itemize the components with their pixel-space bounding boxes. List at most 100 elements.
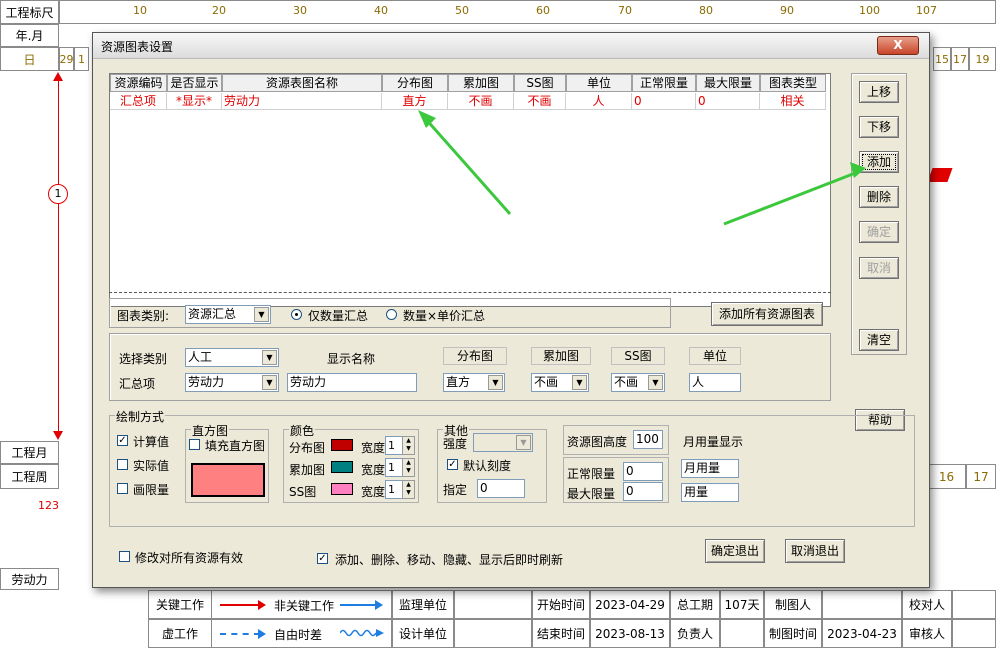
table-row[interactable]: 汇总项 *显示* 劳动力 直方 不画 不画 人 0 0 相关 <box>110 92 826 110</box>
owner-label: 负责人 <box>670 619 720 648</box>
delete-button[interactable]: 删除 <box>859 186 899 208</box>
accum-width-input[interactable]: 1 <box>385 458 403 477</box>
calc-value-checkbox[interactable]: ✓ <box>117 435 128 446</box>
add-button[interactable]: 添加 <box>859 151 899 173</box>
ss-color-swatch[interactable] <box>331 483 353 495</box>
spinner-arrows-icon[interactable]: ▲ ▼ <box>402 458 415 477</box>
add-all-charts-button[interactable]: 添加所有资源图表 <box>711 302 823 326</box>
ruler-number: 107 <box>916 4 937 17</box>
project-month-label: 工程月 <box>0 441 59 464</box>
usage-input[interactable]: 用量 <box>681 483 739 502</box>
table-cell[interactable]: 人 <box>566 93 632 109</box>
end-label: 结束时间 <box>532 619 590 648</box>
unit-input[interactable]: 人 <box>689 373 741 392</box>
chart-type-select[interactable]: 资源汇总 ▼ <box>185 305 271 324</box>
close-button[interactable]: X <box>877 36 919 55</box>
table-cell[interactable]: 0 <box>632 93 696 109</box>
default-scale-checkbox[interactable]: ✓ <box>447 459 458 470</box>
qty-only-radio[interactable] <box>291 309 302 320</box>
column-header[interactable]: 资源编码 <box>110 74 167 92</box>
dist-color-swatch[interactable] <box>331 439 353 451</box>
table-cell[interactable]: 直方 <box>382 93 448 109</box>
duration-value: 107天 <box>720 590 764 619</box>
summary-item-label: 汇总项 <box>119 377 156 391</box>
width-label: 宽度 <box>361 485 386 499</box>
table-cell[interactable]: 不画 <box>514 93 566 109</box>
spinner-arrows-icon[interactable]: ▲ ▼ <box>402 480 415 499</box>
summary-item-value: 劳动力 <box>188 375 225 389</box>
table-cell[interactable]: 相关 <box>760 93 826 109</box>
ok-exit-button[interactable]: 确定退出 <box>705 539 765 563</box>
dist-select[interactable]: 直方 ▼ <box>443 373 505 392</box>
intensity-label: 强度 <box>443 437 468 451</box>
ruler-strip <box>59 0 996 24</box>
cancel-button[interactable]: 取消 <box>859 257 899 279</box>
draw-limit-label: 画限量 <box>133 483 170 497</box>
column-header[interactable]: SS图 <box>514 74 566 92</box>
normal-limit-input[interactable]: 0 <box>623 462 663 481</box>
fill-histogram-label: 填充直方图 <box>205 439 266 453</box>
checker-value <box>952 590 996 619</box>
table-cell[interactable]: 劳动力 <box>222 93 382 109</box>
column-header[interactable]: 累加图 <box>448 74 514 92</box>
column-header[interactable]: 是否显示 <box>167 74 222 92</box>
modify-all-checkbox[interactable] <box>119 551 130 562</box>
qty-price-radio[interactable] <box>386 309 397 320</box>
ss-width-input[interactable]: 1 <box>385 480 403 499</box>
resource-table[interactable]: 资源编码 是否显示 资源表图名称 分布图 累加图 SS图 单位 正常限量 最大限… <box>109 73 831 307</box>
day-cell: 15 <box>933 47 951 71</box>
column-header[interactable]: 分布图 <box>382 74 448 92</box>
accum-color-swatch[interactable] <box>331 461 353 473</box>
ruler-number: 20 <box>212 4 226 17</box>
labor-label: 劳动力 <box>0 568 59 590</box>
chart-type-value: 资源汇总 <box>188 307 237 321</box>
normal-limit-label: 正常限量 <box>567 467 616 481</box>
column-header[interactable]: 正常限量 <box>632 74 696 92</box>
draw-limit-checkbox[interactable] <box>117 483 128 494</box>
column-header[interactable]: 最大限量 <box>696 74 760 92</box>
instant-refresh-checkbox[interactable]: ✓ <box>317 553 328 564</box>
monthly-usage-input[interactable]: 月用量 <box>681 459 739 478</box>
accum-select[interactable]: 不画 ▼ <box>531 373 589 392</box>
table-cell[interactable]: 汇总项 <box>110 93 167 109</box>
spinner-arrows-icon[interactable]: ▲ ▼ <box>402 436 415 455</box>
unit-label: 单位 <box>689 347 741 365</box>
clear-button[interactable]: 清空 <box>859 329 899 351</box>
reviewer-value <box>952 619 996 648</box>
legend-free-float: 自由时差 <box>274 628 323 642</box>
year-month-label: 年.月 <box>0 24 59 47</box>
wavy-line-icon <box>340 629 384 637</box>
histogram-color-swatch[interactable] <box>191 463 265 497</box>
legend-non-critical: 非关键工作 <box>274 599 335 613</box>
chevron-down-icon: ▼ <box>648 375 663 390</box>
draw-time-value: 2023-04-23 <box>822 619 902 648</box>
display-name-input[interactable]: 劳动力 <box>287 373 417 392</box>
table-cell[interactable]: *显示* <box>167 93 222 109</box>
specify-input[interactable]: 0 <box>477 479 525 498</box>
max-limit-input[interactable]: 0 <box>623 482 663 501</box>
column-header[interactable]: 资源表图名称 <box>222 74 382 92</box>
table-cell[interactable]: 0 <box>696 93 760 109</box>
column-header[interactable]: 单位 <box>566 74 632 92</box>
node-circle[interactable]: 1 <box>48 184 68 204</box>
intensity-select[interactable]: ▼ <box>473 433 533 452</box>
table-cell[interactable]: 不画 <box>448 93 514 109</box>
project-week-label: 工程周 <box>0 464 59 489</box>
ss-select[interactable]: 不画 ▼ <box>611 373 665 392</box>
fill-histogram-checkbox[interactable] <box>189 439 200 450</box>
arrow-up-icon <box>53 72 63 81</box>
column-header[interactable]: 图表类型 <box>760 74 826 92</box>
height-input[interactable]: 100 <box>633 430 663 449</box>
move-down-button[interactable]: 下移 <box>859 116 899 138</box>
confirm-button[interactable]: 确定 <box>859 221 899 243</box>
cancel-exit-button[interactable]: 取消退出 <box>785 539 845 563</box>
width-label: 宽度 <box>361 463 386 477</box>
move-up-button[interactable]: 上移 <box>859 81 899 103</box>
category-select[interactable]: 人工 ▼ <box>185 348 279 367</box>
dialog-titlebar[interactable]: 资源图表设置 X <box>93 33 929 59</box>
ss-value: 不画 <box>614 375 639 389</box>
dist-width-input[interactable]: 1 <box>385 436 403 455</box>
actual-value-checkbox[interactable] <box>117 459 128 470</box>
summary-item-select[interactable]: 劳动力 ▼ <box>185 373 279 392</box>
day-cell: 29 <box>59 47 74 71</box>
